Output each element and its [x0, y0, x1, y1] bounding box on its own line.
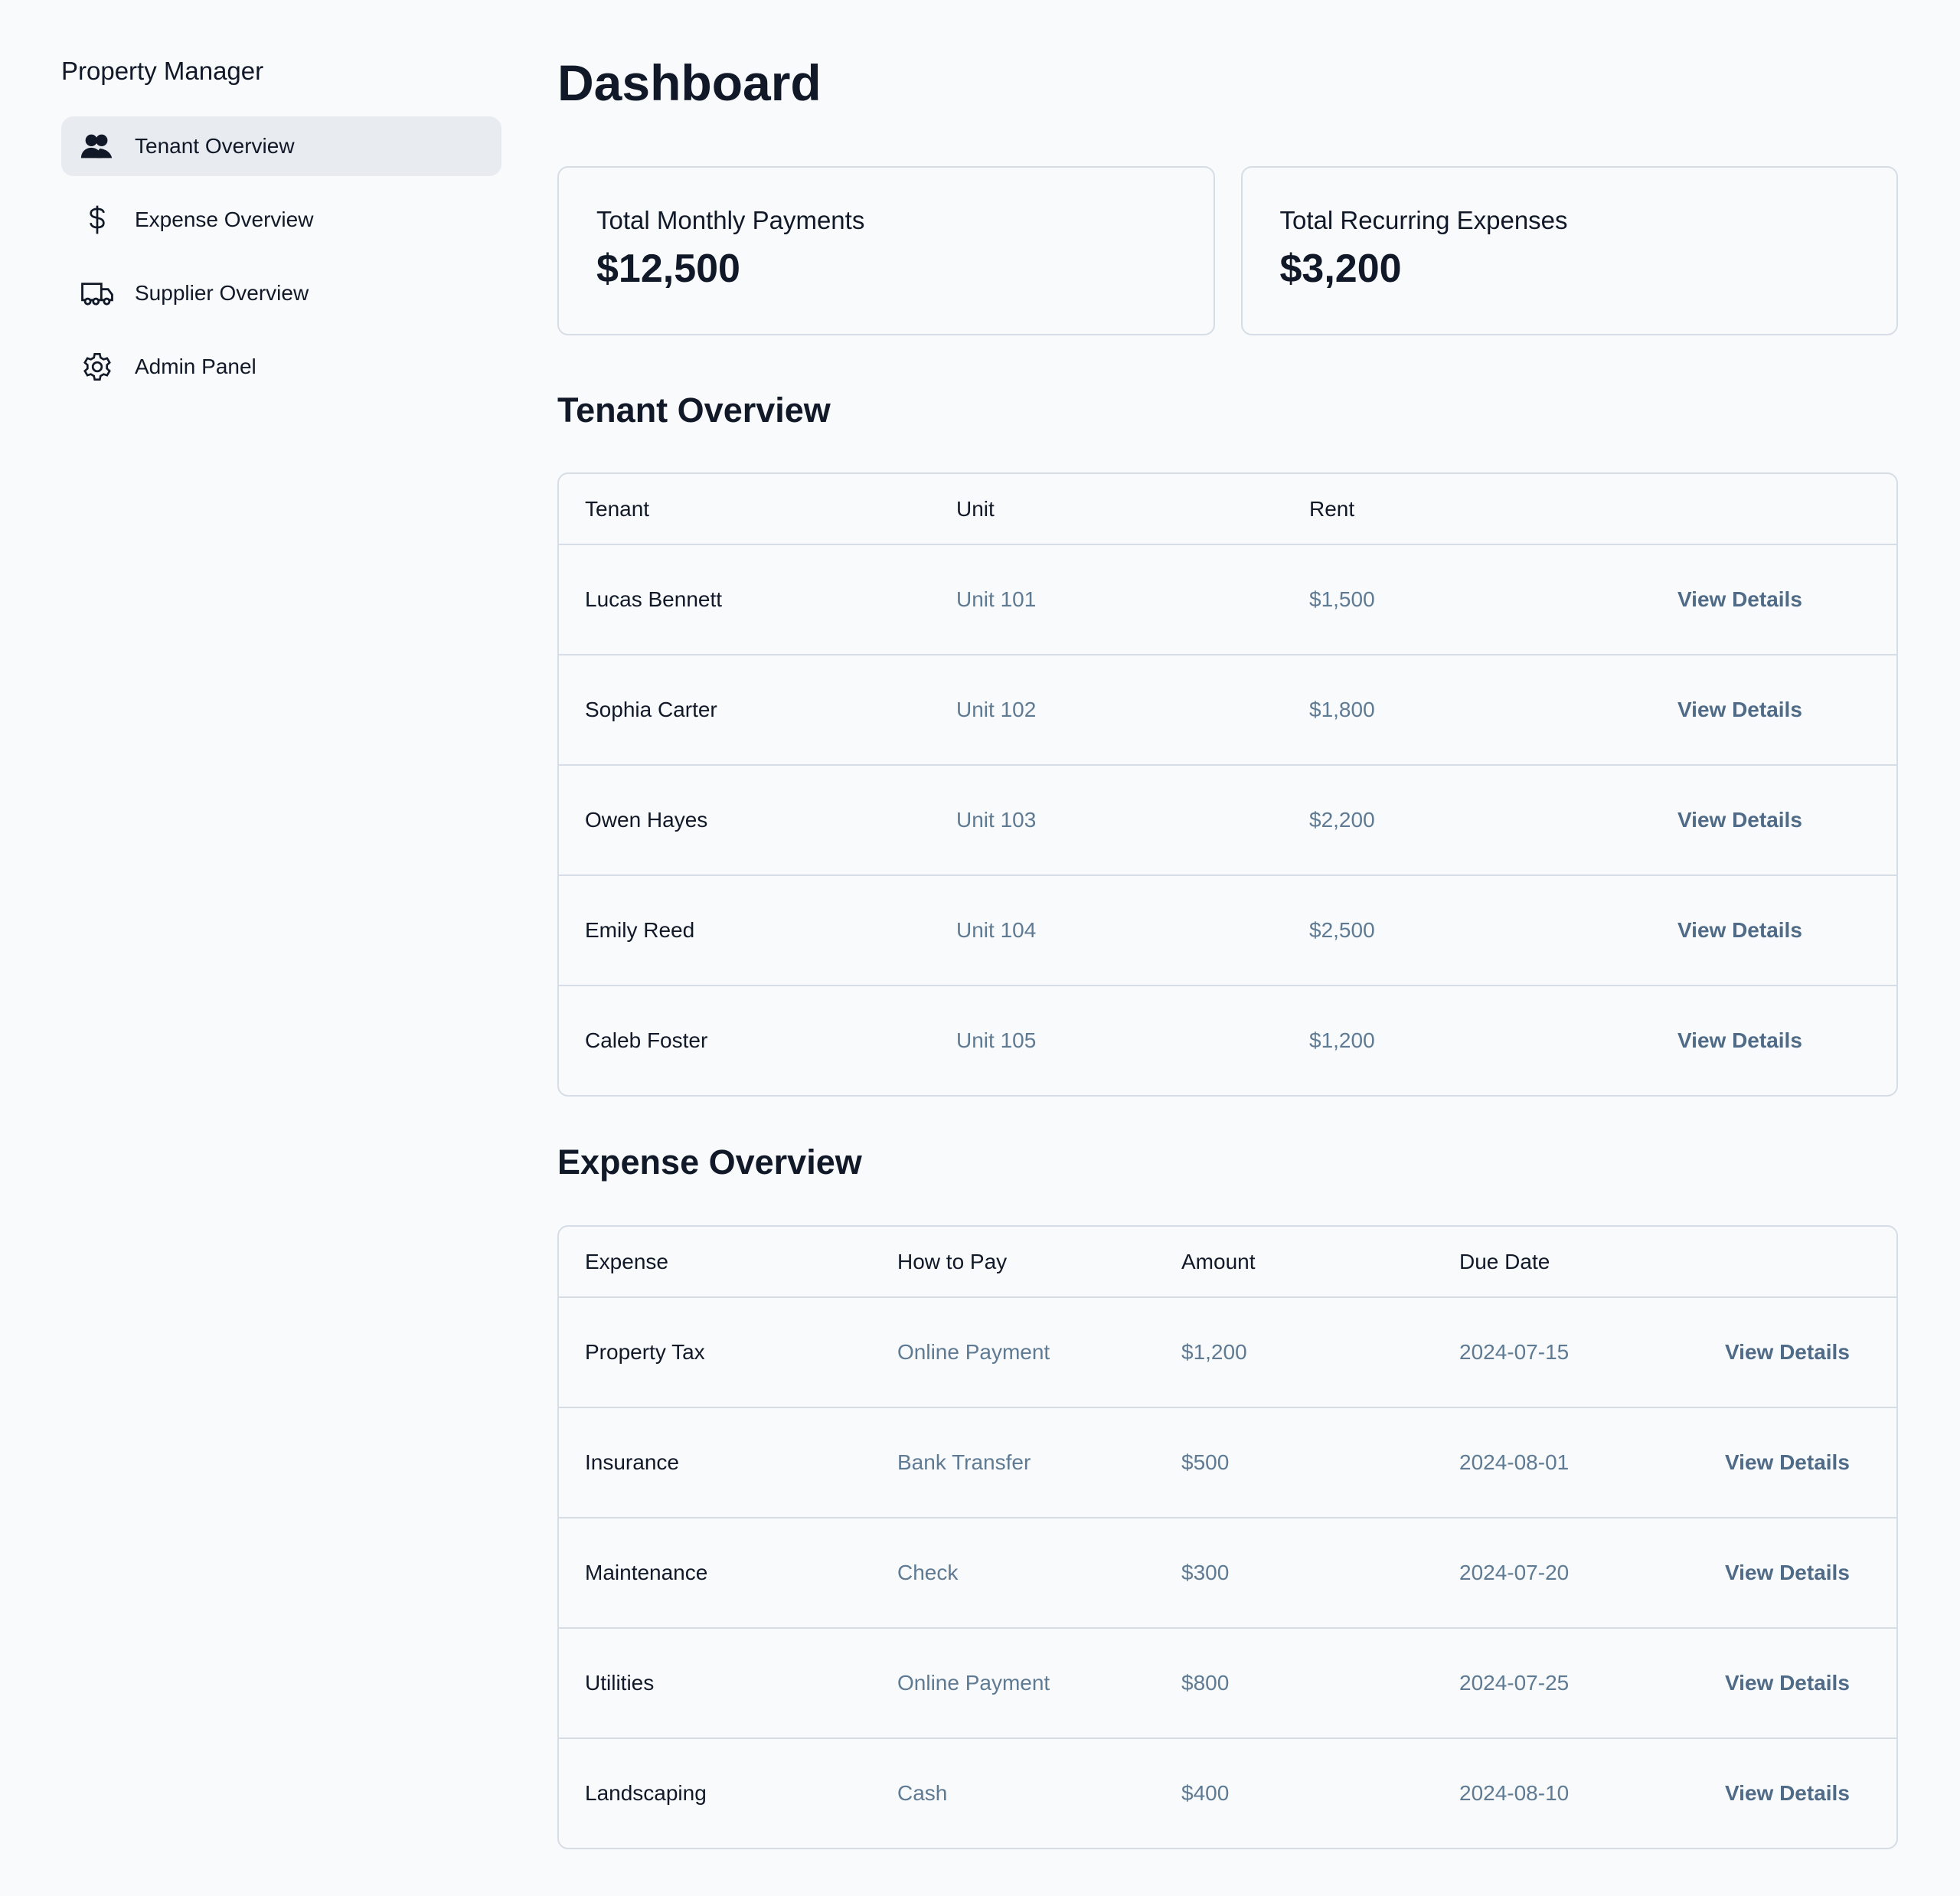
- sidebar-item-tenant-overview[interactable]: Tenant Overview: [61, 116, 501, 176]
- expense-amount: $800: [1181, 1671, 1230, 1695]
- sidebar-item-label: Supplier Overview: [135, 281, 309, 305]
- column-header: Rent: [1309, 496, 1355, 521]
- expense-name: Landscaping: [585, 1781, 707, 1805]
- expense-overview-heading: Expense Overview: [557, 1143, 862, 1182]
- column-header: Tenant: [585, 496, 650, 521]
- expense-due-date: 2024-07-20: [1459, 1561, 1570, 1584]
- table-row: Lucas Bennett Unit 101 $1,500 View Detai…: [559, 544, 1896, 654]
- expense-payment-method: Check: [897, 1561, 959, 1584]
- expense-amount: $1,200: [1181, 1340, 1247, 1364]
- table-row: Sophia Carter Unit 102 $1,800 View Detai…: [559, 654, 1896, 764]
- table-row: Caleb Foster Unit 105 $1,200 View Detail…: [559, 985, 1896, 1095]
- expense-due-date: 2024-08-10: [1459, 1781, 1570, 1805]
- table-row: Landscaping Cash $400 2024-08-10 View De…: [559, 1737, 1896, 1848]
- total-monthly-payments-card: Total Monthly Payments $12,500: [557, 166, 1215, 335]
- expense-name: Maintenance: [585, 1561, 708, 1584]
- table-row: Utilities Online Payment $800 2024-07-25…: [559, 1627, 1896, 1737]
- expense-amount: $500: [1181, 1450, 1230, 1474]
- users-icon: [80, 134, 113, 159]
- view-details-link[interactable]: View Details: [1677, 918, 1896, 943]
- tenant-unit: Unit 103: [956, 808, 1037, 832]
- table-row: Insurance Bank Transfer $500 2024-08-01 …: [559, 1407, 1896, 1517]
- tenant-unit: Unit 104: [956, 918, 1037, 942]
- expense-name: Utilities: [585, 1671, 655, 1695]
- table-row: Property Tax Online Payment $1,200 2024-…: [559, 1296, 1896, 1407]
- expense-payment-method: Cash: [897, 1781, 948, 1805]
- column-header: Unit: [956, 496, 995, 521]
- expense-due-date: 2024-07-15: [1459, 1340, 1570, 1364]
- column-header: Amount: [1181, 1249, 1256, 1273]
- table-row: Maintenance Check $300 2024-07-20 View D…: [559, 1517, 1896, 1627]
- table-header: Tenant Unit Rent: [559, 474, 1896, 544]
- expense-table: Expense How to Pay Amount Due Date Prope…: [557, 1225, 1898, 1849]
- tenant-name: Sophia Carter: [585, 698, 717, 721]
- view-details-link[interactable]: View Details: [1677, 698, 1896, 722]
- sidebar-item-admin-panel[interactable]: Admin Panel: [61, 337, 501, 397]
- truck-icon: [81, 283, 113, 306]
- column-header: How to Pay: [897, 1249, 1008, 1273]
- view-details-link[interactable]: View Details: [1725, 1561, 1896, 1585]
- view-details-link[interactable]: View Details: [1677, 1028, 1896, 1053]
- tenant-rent: $1,200: [1309, 1028, 1375, 1052]
- tenant-unit: Unit 105: [956, 1028, 1037, 1052]
- view-details-link[interactable]: View Details: [1725, 1340, 1896, 1365]
- expense-payment-method: Online Payment: [897, 1671, 1050, 1695]
- expense-due-date: 2024-07-25: [1459, 1671, 1570, 1695]
- app-title: Property Manager: [61, 57, 264, 85]
- card-label: Total Monthly Payments: [596, 206, 865, 234]
- sidebar-item-supplier-overview[interactable]: Supplier Overview: [61, 263, 501, 323]
- column-header: Due Date: [1459, 1249, 1550, 1273]
- view-details-link[interactable]: View Details: [1725, 1450, 1896, 1475]
- sidebar-item-label: Tenant Overview: [135, 134, 295, 158]
- expense-payment-method: Bank Transfer: [897, 1450, 1031, 1474]
- tenant-name: Lucas Bennett: [585, 587, 723, 611]
- tenant-unit: Unit 101: [956, 587, 1037, 611]
- view-details-link[interactable]: View Details: [1677, 808, 1896, 832]
- gear-icon: [83, 353, 111, 381]
- expense-payment-method: Online Payment: [897, 1340, 1050, 1364]
- tenant-table: Tenant Unit Rent Lucas Bennett Unit 101 …: [557, 472, 1898, 1097]
- table-row: Emily Reed Unit 104 $2,500 View Details: [559, 874, 1896, 985]
- expense-name: Insurance: [585, 1450, 679, 1474]
- sidebar-item-label: Expense Overview: [135, 208, 314, 231]
- sidebar-nav: Tenant Overview Expense Overview Supplie…: [61, 116, 501, 410]
- view-details-link[interactable]: View Details: [1725, 1671, 1896, 1695]
- card-value: $12,500: [596, 247, 740, 291]
- expense-amount: $400: [1181, 1781, 1230, 1805]
- table-header: Expense How to Pay Amount Due Date: [559, 1227, 1896, 1296]
- column-header: Expense: [585, 1249, 668, 1273]
- tenant-unit: Unit 102: [956, 698, 1037, 721]
- tenant-rent: $1,800: [1309, 698, 1375, 721]
- tenant-rent: $2,500: [1309, 918, 1375, 942]
- total-recurring-expenses-card: Total Recurring Expenses $3,200: [1240, 166, 1898, 335]
- tenant-overview-heading: Tenant Overview: [557, 391, 831, 430]
- table-row: Owen Hayes Unit 103 $2,200 View Details: [559, 764, 1896, 874]
- card-value: $3,200: [1279, 247, 1402, 291]
- view-details-link[interactable]: View Details: [1725, 1781, 1896, 1806]
- tenant-rent: $2,200: [1309, 808, 1375, 832]
- sidebar-item-expense-overview[interactable]: Expense Overview: [61, 190, 501, 250]
- tenant-rent: $1,500: [1309, 587, 1375, 611]
- expense-due-date: 2024-08-01: [1459, 1450, 1570, 1474]
- expense-amount: $300: [1181, 1561, 1230, 1584]
- tenant-name: Owen Hayes: [585, 808, 708, 832]
- page-title: Dashboard: [557, 54, 822, 111]
- tenant-name: Caleb Foster: [585, 1028, 708, 1052]
- view-details-link[interactable]: View Details: [1677, 587, 1896, 612]
- sidebar-item-label: Admin Panel: [135, 355, 256, 378]
- card-label: Total Recurring Expenses: [1279, 206, 1568, 234]
- dollar-icon: [90, 205, 105, 234]
- tenant-name: Emily Reed: [585, 918, 695, 942]
- expense-name: Property Tax: [585, 1340, 705, 1364]
